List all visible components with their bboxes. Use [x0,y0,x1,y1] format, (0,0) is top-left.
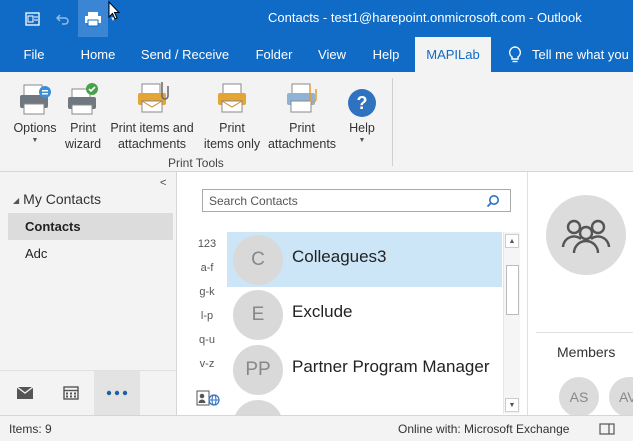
print-attachments-icon [287,83,317,113]
alpha-index-item[interactable]: v-z [196,358,218,370]
more-icon[interactable] [94,371,140,415]
contact-card[interactable] [227,397,502,415]
print-items-attachments-icon [138,82,169,113]
calendar-icon[interactable] [48,371,94,415]
members-label: Members [557,344,616,360]
contact-avatar [233,400,283,415]
nav-item-contacts[interactable]: Contacts [8,213,173,240]
chevron-down-icon: ▼ [358,137,366,144]
print-wizard-line1: Print [70,121,96,135]
options-label: Options [13,121,57,135]
my-contacts-label: My Contacts [23,191,101,207]
tab-file[interactable]: File [12,37,56,72]
status-bar: Items: 9 Online with: Microsoft Exchange [0,415,633,441]
tell-me-box[interactable]: Tell me what you [508,37,629,72]
title-bar: ▾ Contacts - test1@harepoint.onmicrosoft… [0,0,633,37]
lightbulb-icon [508,45,522,62]
tab-mapilab[interactable]: MAPILab [415,37,491,72]
alpha-index-item[interactable]: q-u [196,334,218,346]
help-label: Help [349,121,375,135]
reading-view-icon[interactable] [592,418,622,440]
mail-icon[interactable] [2,371,48,415]
nav-item-adc[interactable]: Adc [8,240,173,267]
contact-card[interactable]: PP Partner Program Manager [227,342,502,397]
tab-home[interactable]: Home [70,37,126,72]
address-book-globe-icon[interactable] [196,390,220,409]
print-items-attachments-line2: attachments [117,137,187,151]
alpha-index-item[interactable]: l-p [196,310,218,322]
alpha-index-item[interactable]: a-f [196,262,218,274]
group-icon [561,219,611,254]
print-items-only-line2: items only [203,137,261,151]
alpha-index-item[interactable]: 123 [196,238,218,250]
print-items-only-icon [218,83,246,113]
collapse-pane-icon[interactable]: < [160,177,166,189]
alpha-index-item[interactable]: g-k [196,286,218,298]
print-wizard-icon [68,83,98,115]
tab-folder[interactable]: Folder [246,37,302,72]
member-avatar[interactable]: AS [559,377,599,417]
expand-triangle-icon: ◢ [13,195,20,205]
contact-name: Exclude [292,302,353,321]
connection-status: Online with: Microsoft Exchange [398,422,570,436]
options-button[interactable]: Options ▼ [10,78,60,146]
tab-send-receive[interactable]: Send / Receive [134,37,236,72]
print-icon[interactable] [78,0,108,37]
contact-name: Colleagues3 [292,247,387,266]
undo-icon[interactable] [48,0,78,37]
contact-name: Partner Program Manager [292,357,490,376]
search-contacts-input[interactable]: Search Contacts [202,189,511,212]
tab-view[interactable]: View [308,37,356,72]
scroll-up-icon[interactable]: ▲ [505,234,519,248]
window-title: Contacts - test1@harepoint.onmicrosoft.c… [268,10,582,25]
tell-me-text: Tell me what you [532,47,629,62]
ribbon-tabs: File Home Send / Receive Folder View Hel… [0,37,633,72]
contact-card[interactable]: E Exclude [227,287,502,342]
quick-access-toolbar: ▾ [0,0,118,37]
help-icon: ? [348,89,376,117]
print-items-only-line1: Print [219,121,245,135]
print-items-only-button[interactable]: Print items only [200,78,264,152]
module-switcher [0,370,177,415]
print-items-attachments-line1: Print items and [110,121,194,135]
nav-item-label: Contacts [25,219,81,234]
chevron-down-icon: ▼ [31,137,39,144]
contact-card[interactable]: C Colleagues3 [227,232,502,287]
reading-pane: Members AS AV [527,172,633,417]
print-wizard-line2: wizard [64,137,102,151]
print-attachments-line1: Print [289,121,315,135]
options-icon [20,84,51,115]
mouse-cursor-icon [108,1,120,20]
ribbon-separator [392,78,393,166]
group-avatar [546,195,626,275]
help-button[interactable]: ? Help ▼ [340,78,384,146]
member-avatar[interactable]: AV [609,377,633,417]
divider [536,332,633,333]
outlook-icon[interactable] [18,0,48,37]
navigation-pane: < ◢ My Contacts Contacts Adc [0,172,177,415]
scroll-down-icon[interactable]: ▼ [505,398,519,412]
print-attachments-button[interactable]: Print attachments [266,78,338,152]
contact-avatar: E [233,290,283,340]
my-contacts-header[interactable]: ◢ My Contacts [13,191,101,207]
tab-help[interactable]: Help [362,37,410,72]
contact-avatar: C [233,235,283,285]
nav-item-label: Adc [25,246,48,261]
print-items-and-attachments-button[interactable]: Print items and attachments [106,78,198,152]
scroll-thumb[interactable] [506,265,519,315]
svg-text:?: ? [357,93,368,113]
contact-list-scrollbar[interactable]: ▲ ▼ [503,232,520,414]
ribbon: Options ▼ Print wizard Print items and a… [0,72,633,172]
contact-avatar: PP [233,345,283,395]
search-icon[interactable] [486,194,500,211]
items-count: Items: 9 [9,422,52,436]
print-attachments-line2: attachments [267,137,337,151]
print-wizard-button[interactable]: Print wizard [62,78,104,152]
search-placeholder: Search Contacts [209,194,298,208]
print-tools-group-label: Print Tools [168,156,224,170]
